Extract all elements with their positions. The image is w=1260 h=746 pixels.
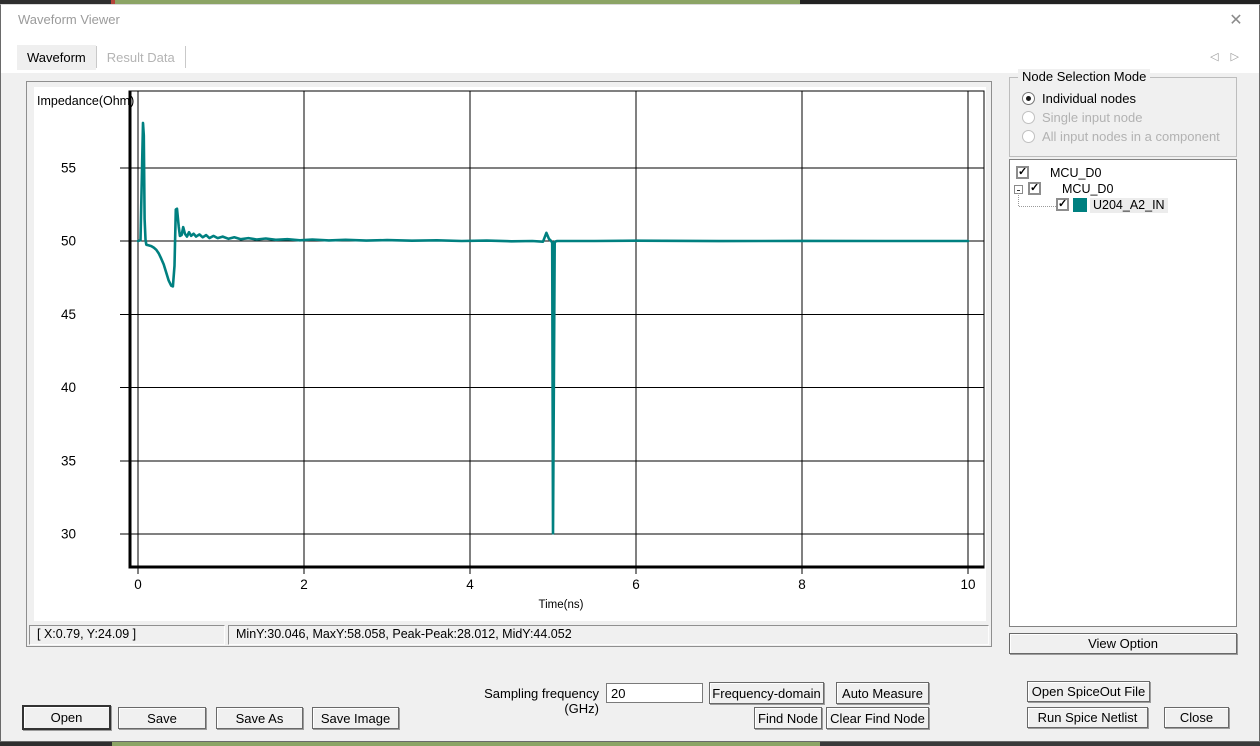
tree-item-label[interactable]: MCU_D0: [1050, 166, 1101, 181]
radio-label: Individual nodes: [1042, 91, 1136, 106]
checkbox-checked-icon[interactable]: ✓: [1028, 182, 1041, 195]
strip-seg: [800, 0, 1260, 4]
svg-text:45: 45: [61, 307, 76, 322]
tab-divider: [185, 46, 186, 68]
run-spice-netlist-button[interactable]: Run Spice Netlist: [1027, 707, 1148, 728]
y-axis-title: Impedance(Ohm): [37, 94, 134, 108]
svg-text:40: 40: [61, 380, 76, 395]
radio-individual-nodes[interactable]: Individual nodes: [1010, 89, 1236, 108]
node-color-swatch: [1073, 198, 1087, 212]
tab-strip: Waveform Result Data ◁ ▷: [1, 35, 1259, 73]
radio-label: Single input node: [1042, 110, 1142, 125]
view-option-button[interactable]: View Option: [1009, 633, 1237, 654]
waveform-plot-svg[interactable]: 0 2 4 6 8 10 55 50 45 40 35 30: [34, 87, 986, 621]
auto-measure-button[interactable]: Auto Measure: [836, 682, 929, 704]
background-app-strip-bottom: [0, 742, 1260, 746]
radio-label: All input nodes in a component: [1042, 129, 1220, 144]
tab-waveform[interactable]: Waveform: [17, 45, 96, 70]
radio-icon: [1022, 111, 1035, 124]
svg-text:35: 35: [61, 453, 76, 468]
radio-icon[interactable]: [1022, 92, 1035, 105]
find-node-button[interactable]: Find Node: [754, 707, 822, 729]
tab-scroll-left-icon[interactable]: ◁: [1210, 50, 1218, 63]
sampling-frequency-input[interactable]: [606, 683, 703, 703]
tab-scroll-right-icon[interactable]: ▷: [1231, 50, 1239, 63]
open-spiceout-file-button[interactable]: Open SpiceOut File: [1027, 681, 1150, 702]
waveform-plot[interactable]: 0 2 4 6 8 10 55 50 45 40 35 30 Impedance(Ohm) Time(…: [34, 87, 986, 621]
strip-seg: [0, 742, 112, 746]
node-tree: ✓ MCU_D0 ✓ MCU_D0 ✓ U204_A2_IN: [1009, 159, 1237, 627]
radio-single-input-node: Single input node: [1010, 108, 1236, 127]
title-bar: Waveform Viewer ✕: [1, 5, 1259, 35]
screen: Waveform Viewer ✕ Waveform Result Data ◁…: [0, 0, 1260, 746]
tree-item-label[interactable]: U204_A2_IN: [1090, 198, 1168, 213]
strip-seg: [115, 0, 800, 4]
tree-row-mcu-d0[interactable]: ✓ MCU_D0: [1010, 166, 1236, 182]
background-app-strip-top: [0, 0, 1260, 4]
save-button[interactable]: Save: [118, 707, 206, 729]
measurement-readout: MinY:30.046, MaxY:58.058, Peak-Peak:28.0…: [228, 625, 989, 645]
save-as-button[interactable]: Save As: [216, 707, 303, 729]
checkbox-checked-icon[interactable]: ✓: [1016, 166, 1029, 179]
checkbox-checked-icon[interactable]: ✓: [1056, 198, 1069, 211]
tree-row-u204-a2-in[interactable]: ✓ U204_A2_IN: [1010, 198, 1236, 214]
clear-find-node-button[interactable]: Clear Find Node: [826, 707, 929, 729]
svg-text:4: 4: [466, 577, 474, 592]
radio-icon: [1022, 130, 1035, 143]
open-button[interactable]: Open: [22, 705, 111, 730]
close-button[interactable]: Close: [1164, 707, 1229, 728]
svg-text:50: 50: [61, 234, 76, 249]
svg-text:10: 10: [960, 577, 975, 592]
group-title: Node Selection Mode: [1018, 69, 1150, 84]
x-axis-title: Time(ns): [486, 599, 636, 611]
svg-text:8: 8: [798, 577, 806, 592]
waveform-viewer-window: Waveform Viewer ✕ Waveform Result Data ◁…: [0, 4, 1260, 742]
svg-text:6: 6: [632, 577, 640, 592]
tree-item-label[interactable]: MCU_D0: [1062, 182, 1113, 197]
tree-row-mcu-d0-child[interactable]: ✓ MCU_D0: [1010, 182, 1236, 198]
chart-panel: 0 2 4 6 8 10 55 50 45 40 35 30 Impedance(Ohm) Time(…: [26, 81, 992, 647]
sampling-frequency-label: Sampling frequency (GHz): [449, 686, 599, 716]
svg-text:0: 0: [134, 577, 142, 592]
svg-text:30: 30: [61, 527, 76, 542]
frequency-domain-button[interactable]: Frequency-domain: [709, 682, 824, 704]
node-selection-mode-group: Node Selection Mode Individual nodes Sin…: [1009, 77, 1237, 157]
chart-status-bar: [ X:0.79, Y:24.09 ] MinY:30.046, MaxY:58…: [29, 625, 989, 645]
strip-seg: [112, 742, 820, 746]
tab-scroll-arrows: ◁ ▷: [1210, 50, 1239, 63]
strip-seg: [0, 0, 111, 4]
radio-all-input-nodes: All input nodes in a component: [1010, 127, 1236, 146]
tab-result-data[interactable]: Result Data: [97, 45, 185, 70]
svg-text:2: 2: [300, 577, 308, 592]
window-title: Waveform Viewer: [18, 5, 120, 35]
strip-seg: [820, 742, 1260, 746]
save-image-button[interactable]: Save Image: [312, 707, 399, 729]
cursor-readout: [ X:0.79, Y:24.09 ]: [29, 625, 225, 645]
close-icon[interactable]: ✕: [1225, 9, 1247, 31]
svg-text:55: 55: [61, 160, 76, 175]
